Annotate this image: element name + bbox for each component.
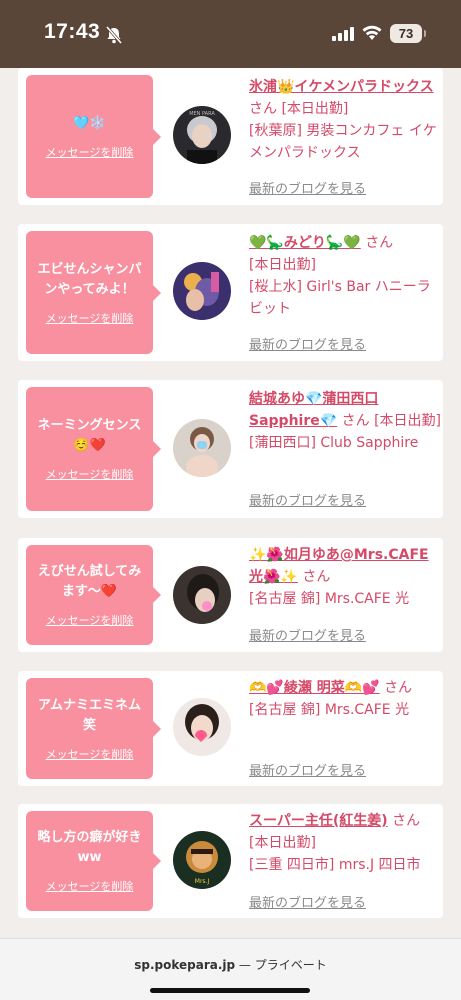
girl-name-line: 💚🦕みどり🦕💚 さん xyxy=(249,232,441,254)
honorific: さん xyxy=(249,101,277,117)
message-card: 🩵❄️ メッセージを削除 MEN PARA 氷浦👑イケメンパラドックス さん [… xyxy=(18,68,443,205)
avatar[interactable] xyxy=(173,419,231,477)
message-bubble: ネーミングセンス☺️❤️ メッセージを削除 xyxy=(26,387,161,511)
message-text: えびせん試してみます〜❤️ xyxy=(37,564,142,599)
delete-message-link[interactable]: メッセージを削除 xyxy=(46,612,134,628)
message-bubble: エビせんシャンパンやってみよ！ メッセージを削除 xyxy=(26,231,161,354)
message-card: アムナミエミネム笑 メッセージを削除 🫶💕綾瀬 明菜🫶💕 さん [名古屋 錦] … xyxy=(18,671,443,786)
girl-name-line: 結城あゆ💎蒲田西口Sapphire💎 さん [本日出勤] xyxy=(249,388,441,432)
latest-blog-link[interactable]: 最新のブログを見る xyxy=(249,490,366,509)
delete-message-link[interactable]: メッセージを削除 xyxy=(46,746,134,762)
latest-blog-link[interactable]: 最新のブログを見る xyxy=(249,760,366,779)
delete-message-link[interactable]: メッセージを削除 xyxy=(46,466,134,482)
delete-message-link[interactable]: メッセージを削除 xyxy=(46,878,134,894)
delete-message-link[interactable]: メッセージを削除 xyxy=(46,310,134,326)
work-status: [本日出勤] xyxy=(374,413,442,429)
shop-info: [三重 四日市] mrs.J 四日市 xyxy=(249,857,421,873)
message-card: ネーミングセンス☺️❤️ メッセージを削除 結城あゆ💎蒲田西口Sapphire💎… xyxy=(18,380,443,518)
work-status: [本日出勤] xyxy=(281,101,349,117)
honorific: さん xyxy=(302,569,331,585)
girl-name-link[interactable]: 氷浦👑イケメンパラドックス xyxy=(249,79,434,95)
message-text: エビせんシャンパンやってみよ！ xyxy=(37,261,142,297)
girl-name-link[interactable]: 🫶💕綾瀬 明菜🫶💕 xyxy=(249,680,380,696)
url-separator: — xyxy=(235,958,255,972)
shop-info: [名古屋 錦] Mrs.CAFE 光 xyxy=(249,702,410,718)
girl-name-link[interactable]: ✨🌺如月ゆあ@Mrs.CAFE光🌺✨ xyxy=(249,547,429,585)
shop-info: [秋葉原] 男装コンカフェ イケメンパラドックス xyxy=(249,123,437,161)
latest-blog-link[interactable]: 最新のブログを見る xyxy=(249,625,366,644)
honorific: さん xyxy=(384,680,413,696)
message-card: えびせん試してみます〜❤️ メッセージを削除 ✨🌺如月ゆあ@Mrs.CAFE光🌺… xyxy=(18,538,443,652)
message-card: 略し方の癖が好きww メッセージを削除 Mrs.J スーパー主任(紅生姜) さん… xyxy=(18,804,443,918)
girl-info: 🫶💕綾瀬 明菜🫶💕 さん [名古屋 錦] Mrs.CAFE 光 xyxy=(249,677,441,721)
latest-blog-link[interactable]: 最新のブログを見る xyxy=(249,892,366,911)
avatar[interactable] xyxy=(173,698,231,756)
url-domain: sp.pokepara.jp xyxy=(134,958,236,972)
svg-text:Mrs.J: Mrs.J xyxy=(195,878,210,885)
girl-name-line: スーパー主任(紅生姜) さん xyxy=(249,810,441,832)
delete-message-link[interactable]: メッセージを削除 xyxy=(46,144,134,160)
honorific: さん xyxy=(365,235,394,251)
battery-icon: 73 xyxy=(390,24,426,43)
girl-info: 💚🦕みどり🦕💚 さん [本日出勤] [桜上水] Girl's Bar ハニーラビ… xyxy=(249,232,441,320)
avatar[interactable] xyxy=(173,262,231,320)
latest-blog-link[interactable]: 最新のブログを見る xyxy=(249,178,366,197)
shop-info: [桜上水] Girl's Bar ハニーラビット xyxy=(249,279,431,317)
girl-info: ✨🌺如月ゆあ@Mrs.CAFE光🌺✨ さん [名古屋 錦] Mrs.CAFE 光 xyxy=(249,544,441,610)
honorific: さん xyxy=(392,813,421,829)
signal-icon xyxy=(332,27,354,41)
avatar[interactable]: Mrs.J xyxy=(173,831,231,889)
message-text: ネーミングセンス☺️❤️ xyxy=(37,418,142,453)
status-bar: 17:43 73 xyxy=(0,0,461,68)
honorific: さん xyxy=(341,413,370,429)
girl-info: 氷浦👑イケメンパラドックス さん [本日出勤] [秋葉原] 男装コンカフェ イケ… xyxy=(249,76,441,164)
private-mode-label: プライベート xyxy=(254,958,327,972)
svg-text:MEN PARA: MEN PARA xyxy=(189,111,215,117)
shop-info: [名古屋 錦] Mrs.CAFE 光 xyxy=(249,591,410,607)
message-bubble: 略し方の癖が好きww メッセージを削除 xyxy=(26,811,161,911)
message-bubble: 🩵❄️ メッセージを削除 xyxy=(26,75,161,198)
avatar[interactable]: MEN PARA xyxy=(173,106,231,164)
message-bubble: えびせん試してみます〜❤️ メッセージを削除 xyxy=(26,545,161,645)
browser-address-bar[interactable]: sp.pokepara.jp — プライベート xyxy=(0,938,461,1000)
girl-info: スーパー主任(紅生姜) さん [本日出勤] [三重 四日市] mrs.J 四日市 xyxy=(249,810,441,876)
girl-name-line: 氷浦👑イケメンパラドックス さん [本日出勤] xyxy=(249,76,441,120)
girl-info: 結城あゆ💎蒲田西口Sapphire💎 さん [本日出勤] [蒲田西口] Club… xyxy=(249,388,441,454)
message-bubble: アムナミエミネム笑 メッセージを削除 xyxy=(26,678,161,779)
message-text: 略し方の癖が好きww xyxy=(37,830,142,865)
girl-name-link[interactable]: スーパー主任(紅生姜) xyxy=(249,813,388,829)
message-text: 🩵❄️ xyxy=(73,115,106,131)
message-text: アムナミエミネム笑 xyxy=(37,697,142,733)
status-time: 17:43 xyxy=(44,20,101,43)
work-status: [本日出勤] xyxy=(249,835,316,851)
url-text[interactable]: sp.pokepara.jp — プライベート xyxy=(0,956,461,973)
latest-blog-link[interactable]: 最新のブログを見る xyxy=(249,334,366,353)
shop-info: [蒲田西口] Club Sapphire xyxy=(249,435,419,451)
work-status: [本日出勤] xyxy=(249,257,316,273)
avatar[interactable] xyxy=(173,566,231,624)
girl-name-line: ✨🌺如月ゆあ@Mrs.CAFE光🌺✨ さん xyxy=(249,544,441,588)
bell-slash-icon xyxy=(105,26,123,44)
girl-name-link[interactable]: 💚🦕みどり🦕💚 xyxy=(249,235,361,251)
home-indicator[interactable] xyxy=(150,988,310,993)
wifi-icon xyxy=(362,25,382,40)
message-card: エビせんシャンパンやってみよ！ メッセージを削除 💚🦕みどり🦕💚 さん [本日出… xyxy=(18,224,443,361)
girl-name-line: 🫶💕綾瀬 明菜🫶💕 さん xyxy=(249,677,441,699)
